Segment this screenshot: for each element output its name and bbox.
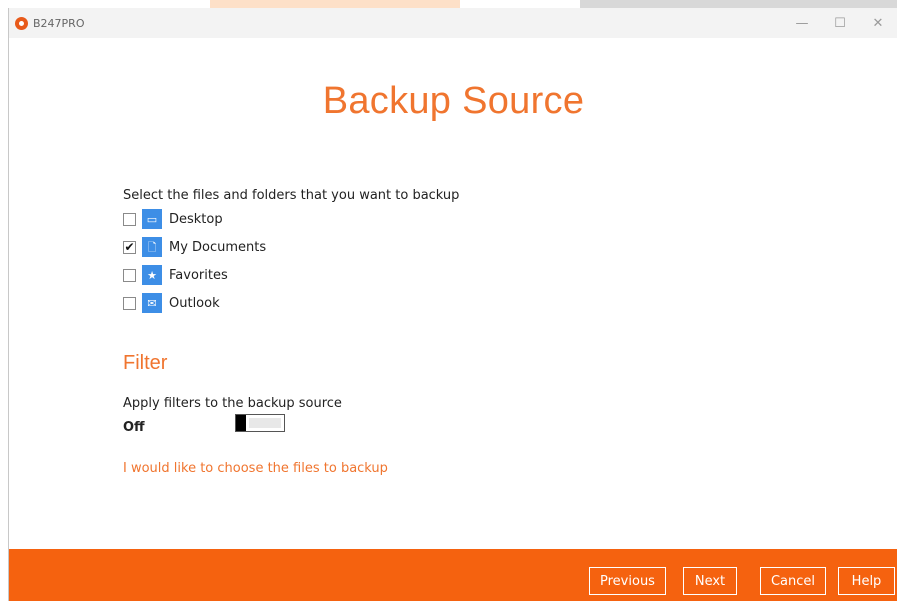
source-list: ▭ Desktop ✔ 🗋 My Documents ★ Favorites ✉… [123,205,266,317]
filter-toggle[interactable] [235,414,285,432]
document-icon: 🗋 [142,237,162,257]
backdrop-orange [210,0,460,8]
outlook-checkbox[interactable] [123,296,136,310]
toggle-track [249,418,281,428]
toggle-knob [236,415,246,431]
footer-bar: Previous Next Cancel Help [9,549,897,601]
desktop-icon: ▭ [142,209,162,229]
source-item-outlook[interactable]: ✉ Outlook [123,289,266,317]
source-item-label: Outlook [169,295,220,311]
filter-state-label: Off [123,420,145,435]
star-icon: ★ [142,265,162,285]
app-window: B247PRO — ☐ ✕ Backup Source Select the f… [8,8,897,601]
help-button[interactable]: Help [838,567,895,595]
backdrop-white [460,0,580,8]
close-button[interactable]: ✕ [859,8,897,38]
app-logo-icon [15,16,28,30]
desktop-checkbox[interactable] [123,212,136,226]
page-title: Backup Source [322,80,585,122]
filter-heading: Filter [123,352,168,374]
backdrop-gray [580,0,897,8]
app-title: B247PRO [33,16,85,30]
choose-files-link[interactable]: I would like to choose the files to back… [123,461,388,476]
maximize-button[interactable]: ☐ [821,8,859,38]
next-button[interactable]: Next [683,567,737,595]
source-prompt: Select the files and folders that you wa… [123,188,460,203]
my-documents-checkbox[interactable]: ✔ [123,240,136,254]
backdrop-left [0,0,210,8]
source-item-label: My Documents [169,239,267,255]
filter-description: Apply filters to the backup source [123,396,342,411]
cancel-button[interactable]: Cancel [760,567,826,595]
window-controls: — ☐ ✕ [783,8,897,38]
source-item-my-documents[interactable]: ✔ 🗋 My Documents [123,233,266,261]
source-item-desktop[interactable]: ▭ Desktop [123,205,266,233]
source-item-favorites[interactable]: ★ Favorites [123,261,266,289]
favorites-checkbox[interactable] [123,268,136,282]
source-item-label: Favorites [169,267,228,283]
mail-icon: ✉ [142,293,162,313]
previous-button[interactable]: Previous [589,567,666,595]
source-item-label: Desktop [169,211,223,227]
title-bar: B247PRO — ☐ ✕ [9,8,897,38]
minimize-button[interactable]: — [783,8,821,38]
